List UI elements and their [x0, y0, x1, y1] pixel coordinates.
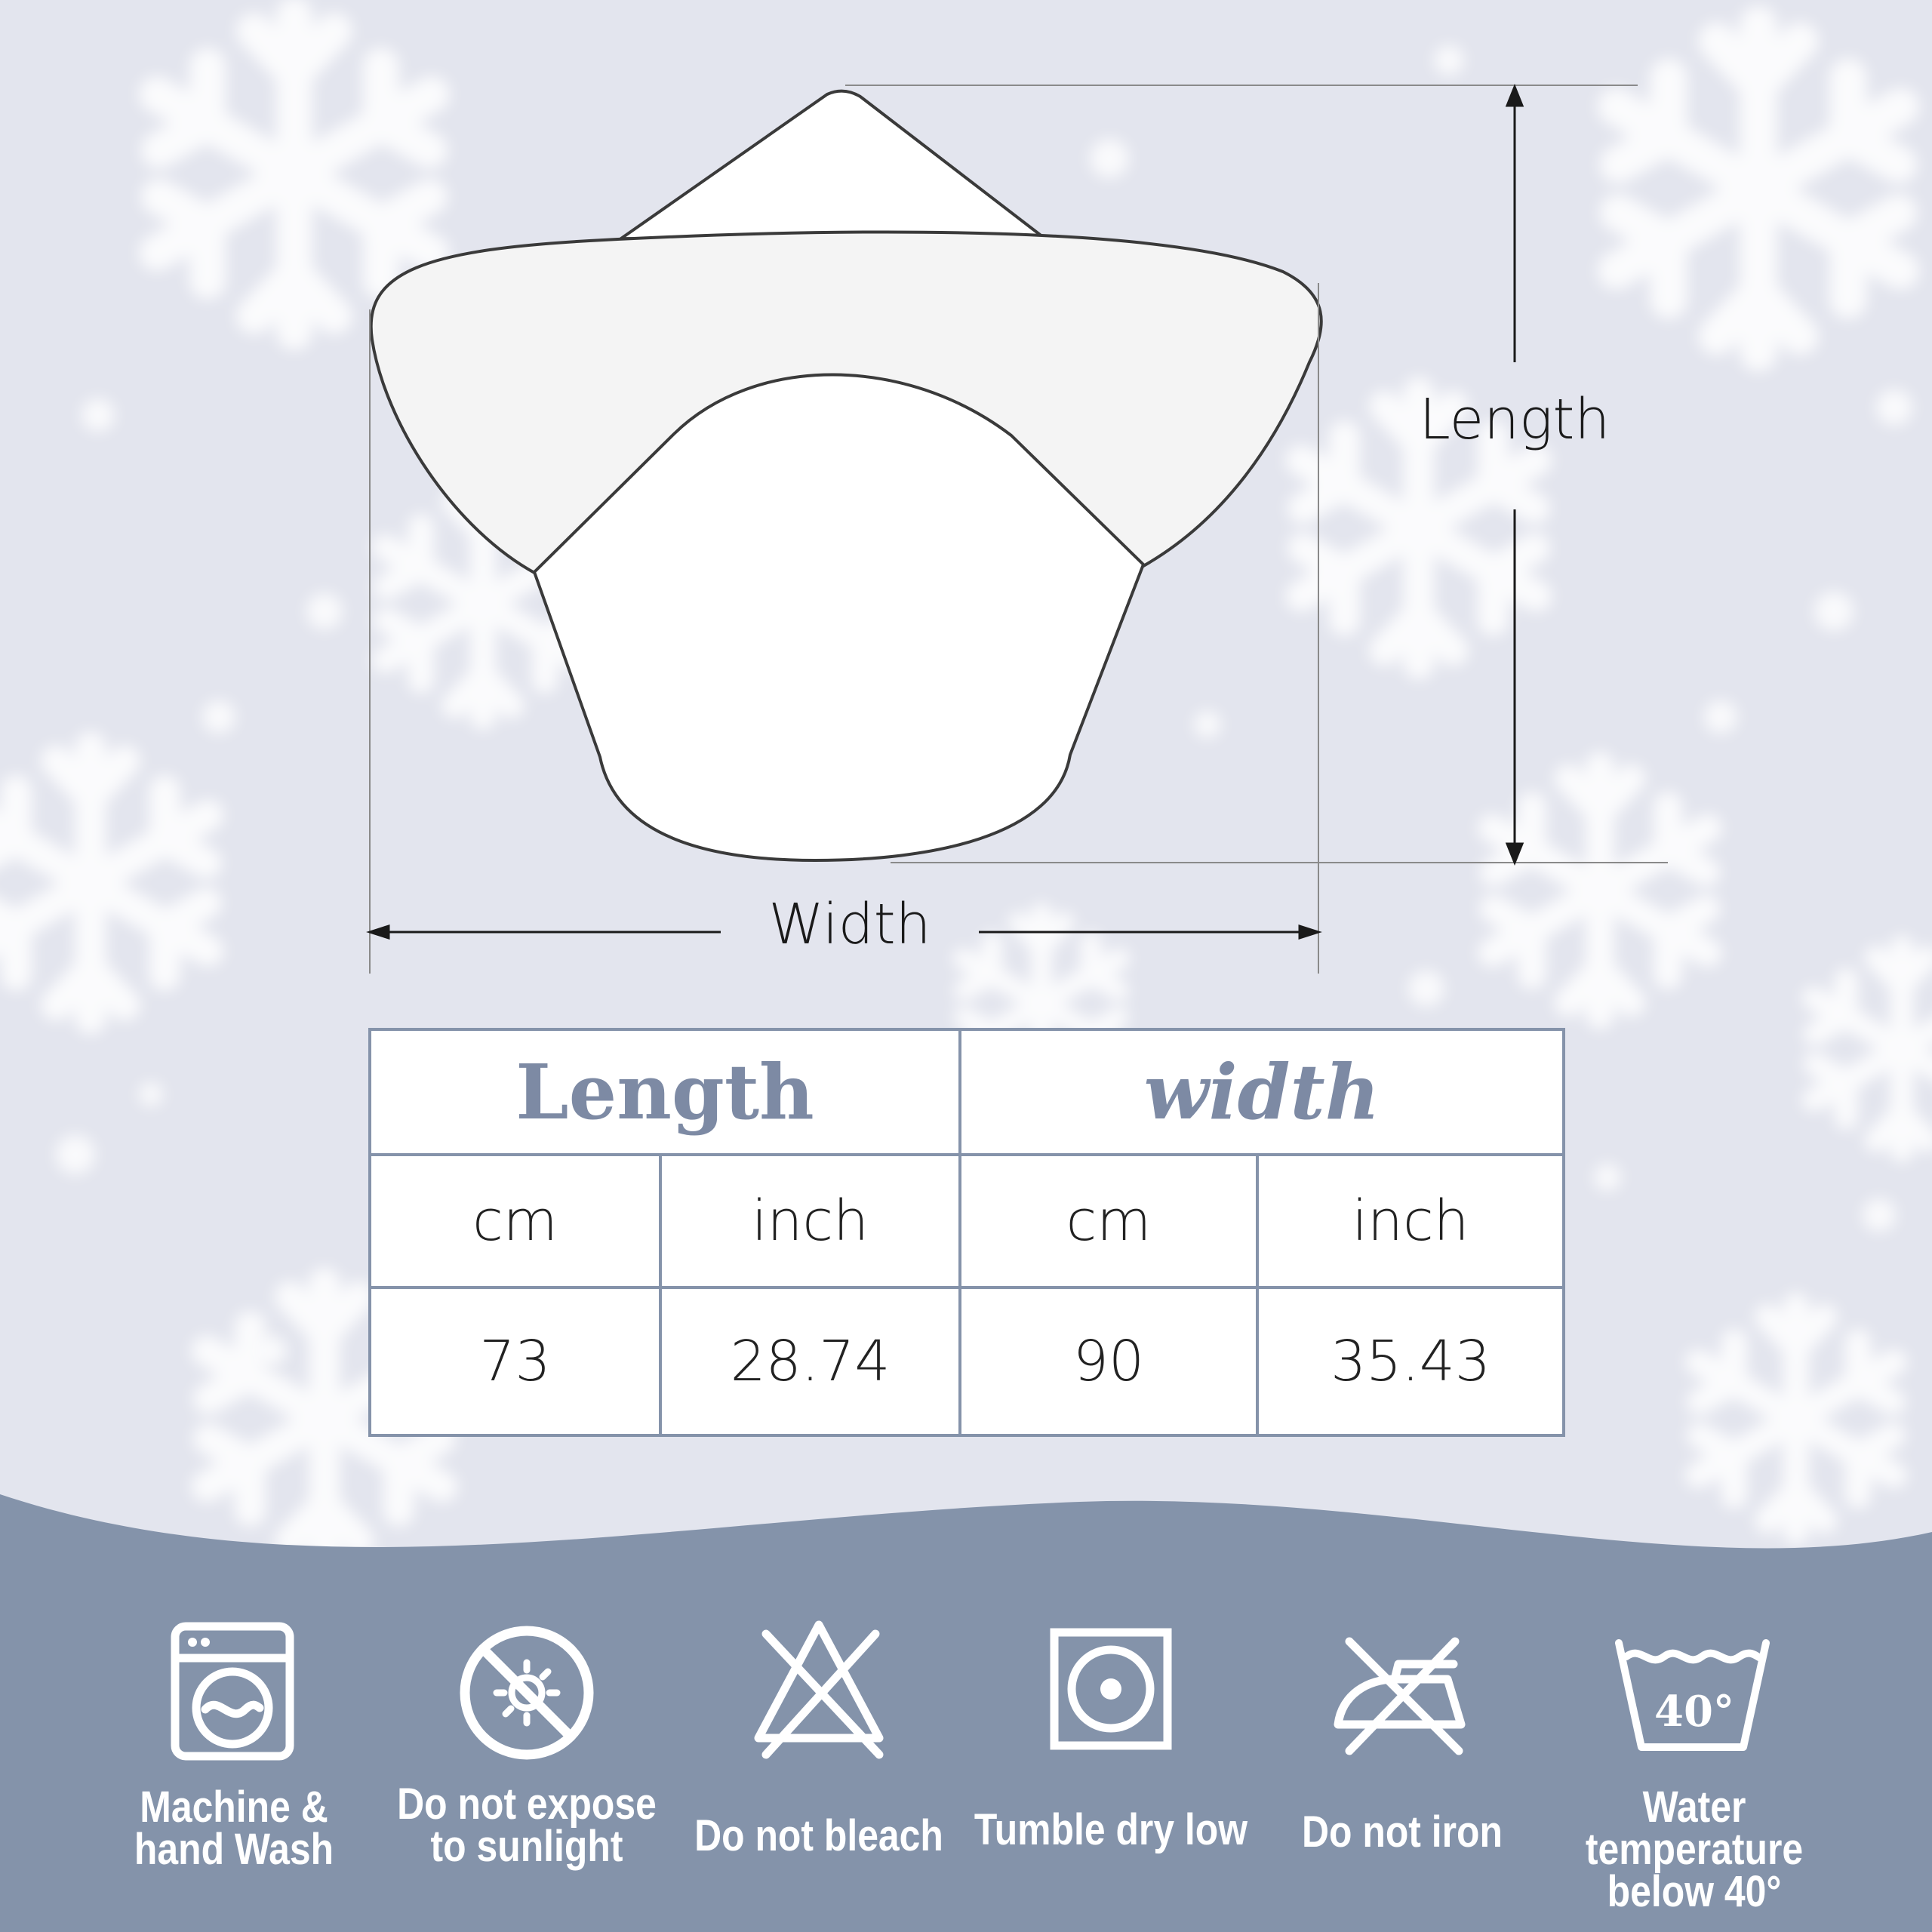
care-item-no-sunlight: Do not expose to sunlight: [368, 1611, 685, 1913]
care-item-tumble-dry-low: Tumble dry low: [952, 1611, 1269, 1913]
care-item-do-not-iron: Do not iron: [1244, 1611, 1561, 1913]
table-value-row: 73 28.74 90 35.43: [368, 1285, 1566, 1438]
hood-peak: [616, 89, 1057, 247]
care-caption-do-not-iron: Do not iron: [1302, 1807, 1503, 1857]
care-caption-no-sunlight: Do not expose to sunlight: [397, 1780, 657, 1871]
length-cm-value: 73: [368, 1285, 662, 1438]
length-inch-unit: inch: [659, 1152, 961, 1289]
care-item-machine-wash: Machine & hand Wash: [75, 1611, 392, 1913]
care-caption-do-not-bleach: Do not bleach: [694, 1811, 943, 1860]
tumble-dry-low-icon: [1050, 1628, 1172, 1750]
length-dimension-label: Length: [1420, 387, 1611, 452]
table-unit-row: cm inch cm inch: [368, 1152, 1566, 1289]
length-header: Length: [368, 1028, 961, 1156]
do-not-bleach-icon: [754, 1620, 884, 1759]
care-item-wash-40: 40° Water temperature below 40°: [1536, 1611, 1853, 1916]
width-inch-value: 35.43: [1255, 1285, 1566, 1438]
width-dimension-label: Width: [769, 892, 931, 957]
table-header-row: Length width: [368, 1028, 1566, 1156]
washing-machine-icon: [171, 1622, 294, 1761]
care-caption-wash-40: Water temperature below 40°: [1585, 1783, 1804, 1916]
width-header: width: [958, 1028, 1566, 1156]
width-inch-unit: inch: [1255, 1152, 1566, 1289]
wash-temperature-text: 40°: [1654, 1687, 1734, 1737]
length-inch-value: 28.74: [659, 1285, 961, 1438]
wash-40-icon: 40°: [1615, 1639, 1770, 1751]
length-cm-unit: cm: [368, 1152, 662, 1289]
do-not-iron-icon: [1334, 1637, 1466, 1755]
no-sunlight-icon: [460, 1626, 594, 1760]
width-cm-value: 90: [958, 1285, 1259, 1438]
width-cm-unit: cm: [958, 1152, 1259, 1289]
size-table: Length width cm inch cm inch 73 28.74 90…: [368, 1028, 1566, 1438]
care-caption-machine-wash: Machine & hand Wash: [134, 1783, 334, 1874]
care-item-do-not-bleach: Do not bleach: [660, 1611, 977, 1913]
care-caption-tumble-dry-low: Tumble dry low: [974, 1805, 1248, 1854]
